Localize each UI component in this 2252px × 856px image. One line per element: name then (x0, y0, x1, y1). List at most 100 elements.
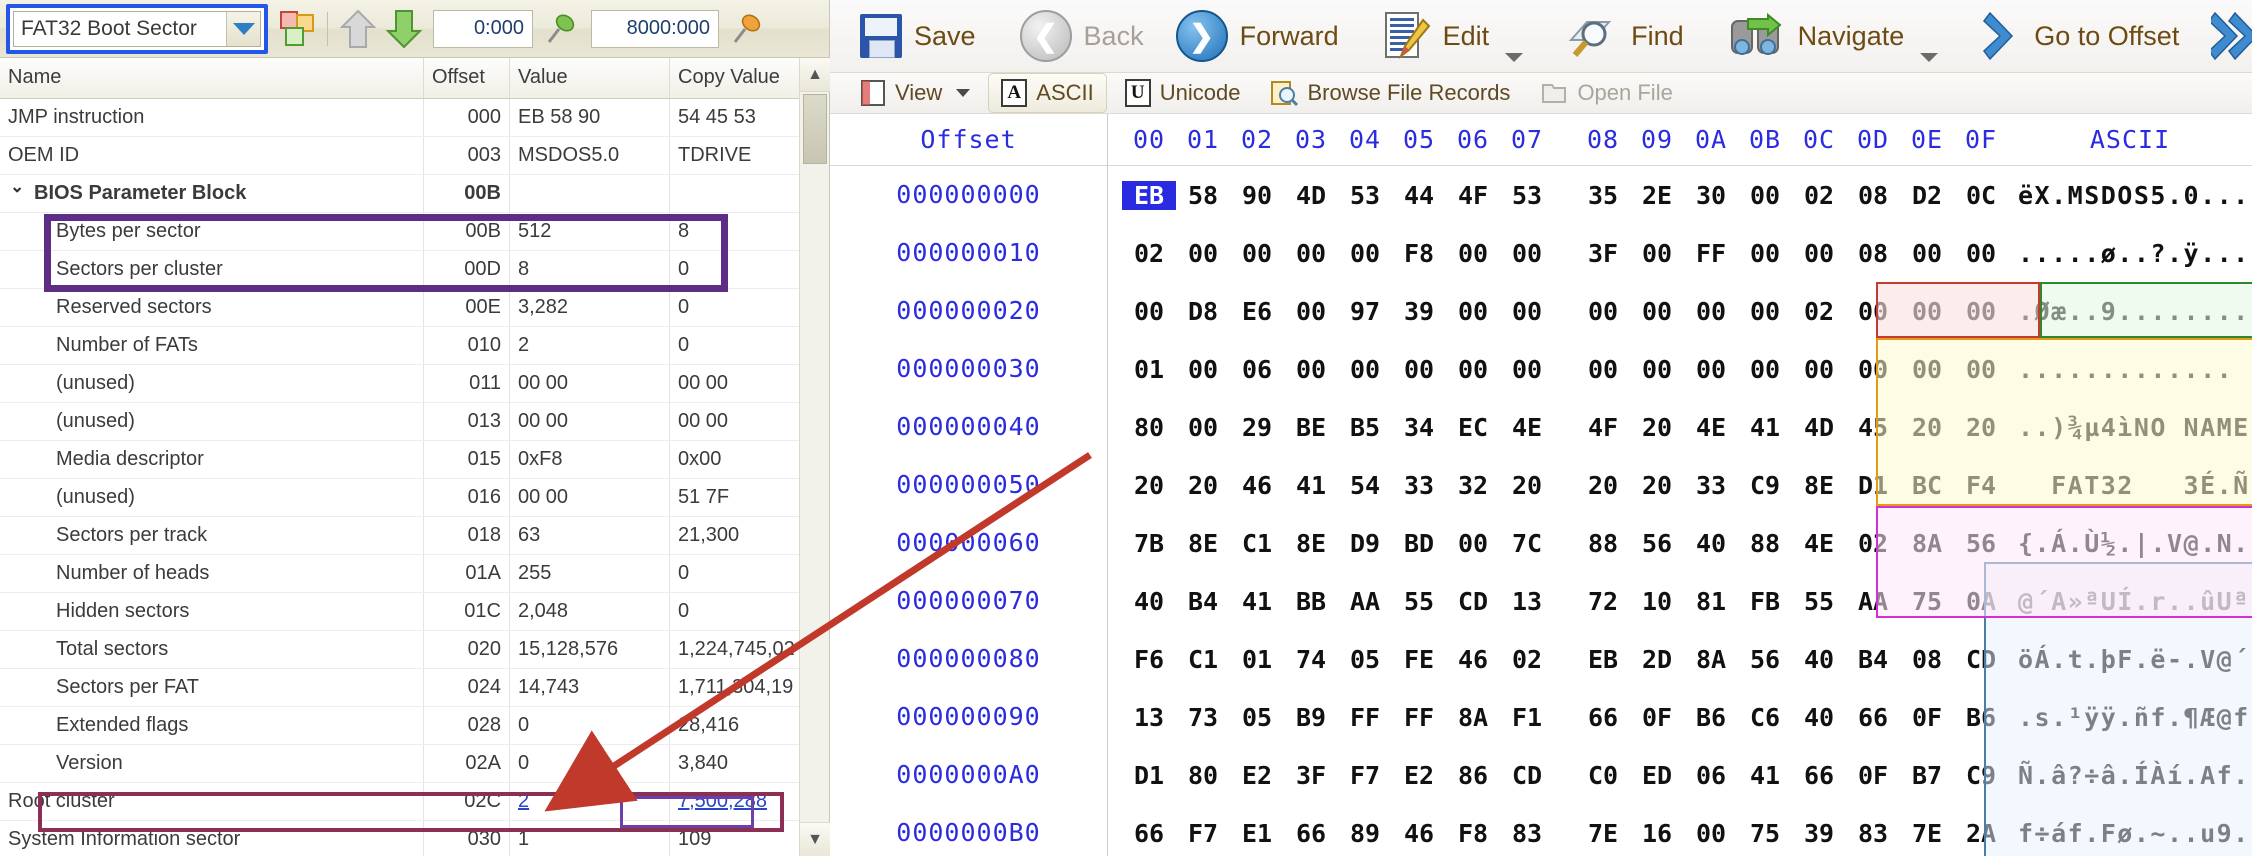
hex-row-bytes[interactable]: 00 D8 E6 00 97 39 00 00 00 00 00 00 02 00 00 00 (1108, 282, 2008, 340)
hex-byte[interactable]: 05 (1338, 645, 1392, 674)
hex-byte[interactable]: 56 (1630, 529, 1684, 558)
hex-byte[interactable]: 39 (1792, 819, 1846, 848)
hex-byte[interactable]: FE (1392, 645, 1446, 674)
hex-byte[interactable]: C1 (1230, 529, 1284, 558)
hex-byte[interactable]: 00 (1284, 355, 1338, 384)
hex-byte[interactable]: 0F (1900, 703, 1954, 732)
hex-row-bytes[interactable]: 7B 8E C1 8E D9 BD 00 7C 88 56 40 88 4E 02 8A 56 (1108, 514, 2008, 572)
hex-byte[interactable]: 20 (1122, 471, 1176, 500)
hex-row[interactable]: 0000000A0 D1 80 E2 3F F7 E2 86 CD C0 ED 06 41 66 0F B7 C… (830, 746, 2252, 805)
hex-byte[interactable]: 08 (1900, 645, 1954, 674)
hex-byte[interactable]: 40 (1792, 703, 1846, 732)
pin-start-button[interactable] (539, 6, 585, 52)
field-value-cell[interactable]: 2 (509, 326, 670, 365)
field-value-cell[interactable]: 1 (509, 820, 670, 856)
chevron-down-icon[interactable] (226, 11, 260, 46)
field-value-cell[interactable]: 63 (509, 516, 670, 555)
hex-byte[interactable]: EC (1446, 413, 1500, 442)
table-row[interactable]: Number of FATs 010 2 0 (0, 326, 829, 365)
field-copy-value[interactable]: 7,500,288 (678, 790, 767, 812)
scroll-up-arrow-icon[interactable]: ▲ (800, 58, 830, 92)
column-header-offset[interactable]: Offset (423, 58, 510, 99)
hex-byte[interactable]: E6 (1230, 297, 1284, 326)
table-row[interactable]: Sectors per cluster 00D 8 0 (0, 250, 829, 289)
table-row[interactable]: Sectors per FAT 024 14,743 1,711,304,19 (0, 668, 829, 707)
hex-row-bytes[interactable]: 40 B4 41 BB AA 55 CD 13 72 10 81 FB 55 AA 75 0A (1108, 572, 2008, 630)
hex-byte[interactable]: 00 (1900, 355, 1954, 384)
hex-byte[interactable]: 01 (1122, 355, 1176, 384)
table-row[interactable]: Bytes per sector 00B 512 8 (0, 212, 829, 251)
hex-byte[interactable]: 00 (1792, 239, 1846, 268)
hex-byte[interactable]: 02 (1792, 297, 1846, 326)
table-row[interactable]: Extended flags 028 0 28,416 (0, 706, 829, 745)
hex-byte[interactable]: D1 (1846, 471, 1900, 500)
hex-byte[interactable]: 41 (1230, 587, 1284, 616)
hex-byte[interactable]: 13 (1122, 703, 1176, 732)
field-value-cell[interactable]: 512 (509, 212, 670, 251)
hex-byte[interactable]: 4F (1446, 181, 1500, 210)
hex-byte[interactable]: 08 (1846, 239, 1900, 268)
hex-byte[interactable]: 8E (1176, 529, 1230, 558)
table-row[interactable]: Root cluster 02C 2 7,500,288 (0, 782, 829, 821)
hex-byte[interactable]: 66 (1846, 703, 1900, 732)
template-selector[interactable]: FAT32 Boot Sector (13, 10, 261, 47)
hex-byte[interactable]: 29 (1230, 413, 1284, 442)
hex-byte[interactable]: 4E (1500, 413, 1554, 442)
hex-row[interactable]: 000000030 01 00 06 00 00 00 00 00 00 00 00 00 00 00 00 0… (830, 340, 2252, 399)
hex-rows[interactable]: 000000000 EB 58 90 4D 53 44 4F 53 35 2E 30 00 02 08 D2 0… (830, 166, 2252, 856)
hex-row-bytes[interactable]: 20 20 46 41 54 33 32 20 20 20 33 C9 8E D1 BC F4 (1108, 456, 2008, 514)
hex-byte[interactable]: 83 (1500, 819, 1554, 848)
hex-byte[interactable]: 8A (1446, 703, 1500, 732)
hex-row-bytes[interactable]: 02 00 00 00 00 F8 00 00 3F 00 FF 00 00 08 00 00 (1108, 224, 2008, 282)
field-value-cell[interactable]: 255 (509, 554, 670, 593)
hex-row-ascii[interactable]: .s.¹ÿÿ.ñf.¶Æ@f (2008, 703, 2252, 732)
table-row[interactable]: (unused) 011 00 00 00 00 (0, 364, 829, 403)
hex-row[interactable]: 000000050 20 20 46 41 54 33 32 20 20 20 33 C9 8E D1 BC F… (830, 456, 2252, 515)
hex-byte[interactable]: BC (1900, 471, 1954, 500)
hex-byte[interactable]: 40 (1122, 587, 1176, 616)
hex-byte[interactable]: 2D (1630, 645, 1684, 674)
previous-record-button[interactable] (335, 6, 381, 52)
chevron-down-icon[interactable] (1920, 53, 1939, 62)
hex-byte[interactable]: 0F (1846, 761, 1900, 790)
hex-row[interactable]: 000000000 EB 58 90 4D 53 44 4F 53 35 2E 30 00 02 08 D2 0… (830, 166, 2252, 225)
view-menu-button[interactable]: View (848, 74, 982, 112)
hex-byte[interactable]: 4D (1792, 413, 1846, 442)
hex-byte[interactable]: EB (1576, 645, 1630, 674)
hex-byte[interactable]: BB (1284, 587, 1338, 616)
hex-byte[interactable]: BE (1284, 413, 1338, 442)
hex-byte[interactable]: CD (1954, 645, 2008, 674)
column-header-name[interactable]: Name (0, 58, 424, 99)
hex-byte[interactable]: 06 (1230, 355, 1284, 384)
hex-byte[interactable]: F4 (1954, 471, 2008, 500)
hex-byte[interactable]: 56 (1954, 529, 2008, 558)
hex-row-bytes[interactable]: 01 00 06 00 00 00 00 00 00 00 00 00 00 00 00 00 (1108, 340, 2008, 398)
table-row[interactable]: ⌄ BIOS Parameter Block 00B (0, 174, 829, 213)
hex-byte[interactable]: C9 (1954, 761, 2008, 790)
hex-row-bytes[interactable]: D1 80 E2 3F F7 E2 86 CD C0 ED 06 41 66 0F B7 C9 (1108, 746, 2008, 804)
hex-byte[interactable]: 66 (1792, 761, 1846, 790)
hex-byte[interactable]: D1 (1122, 761, 1176, 790)
hex-byte[interactable]: C9 (1738, 471, 1792, 500)
hex-byte[interactable]: 75 (1900, 587, 1954, 616)
hex-byte[interactable]: 80 (1122, 413, 1176, 442)
forward-button[interactable]: ❯ Forward (1160, 0, 1355, 72)
field-value-cell[interactable]: 0 (509, 744, 670, 783)
field-value-cell[interactable]: MSDOS5.0 (509, 136, 670, 175)
hex-byte[interactable]: 88 (1576, 529, 1630, 558)
hex-byte[interactable]: 33 (1684, 471, 1738, 500)
hex-row-bytes[interactable]: 13 73 05 B9 FF FF 8A F1 66 0F B6 C6 40 66 0F B6 (1108, 688, 2008, 746)
hex-byte[interactable]: 20 (1630, 471, 1684, 500)
field-value-cell[interactable]: 14,743 (509, 668, 670, 707)
hex-byte[interactable]: 20 (1500, 471, 1554, 500)
hex-byte[interactable]: 66 (1122, 819, 1176, 848)
hex-byte[interactable]: C1 (1176, 645, 1230, 674)
hex-byte[interactable]: E1 (1230, 819, 1284, 848)
table-row[interactable]: Media descriptor 015 0xF8 0x00 (0, 440, 829, 479)
field-value-cell[interactable]: 8 (509, 250, 670, 289)
field-value-cell[interactable]: 15,128,576 (509, 630, 670, 669)
hex-row[interactable]: 000000080 F6 C1 01 74 05 FE 46 02 EB 2D 8A 56 40 B4 08 C… (830, 630, 2252, 689)
hex-byte[interactable]: AA (1846, 587, 1900, 616)
hex-byte[interactable]: 13 (1500, 587, 1554, 616)
hex-byte[interactable]: 54 (1338, 471, 1392, 500)
